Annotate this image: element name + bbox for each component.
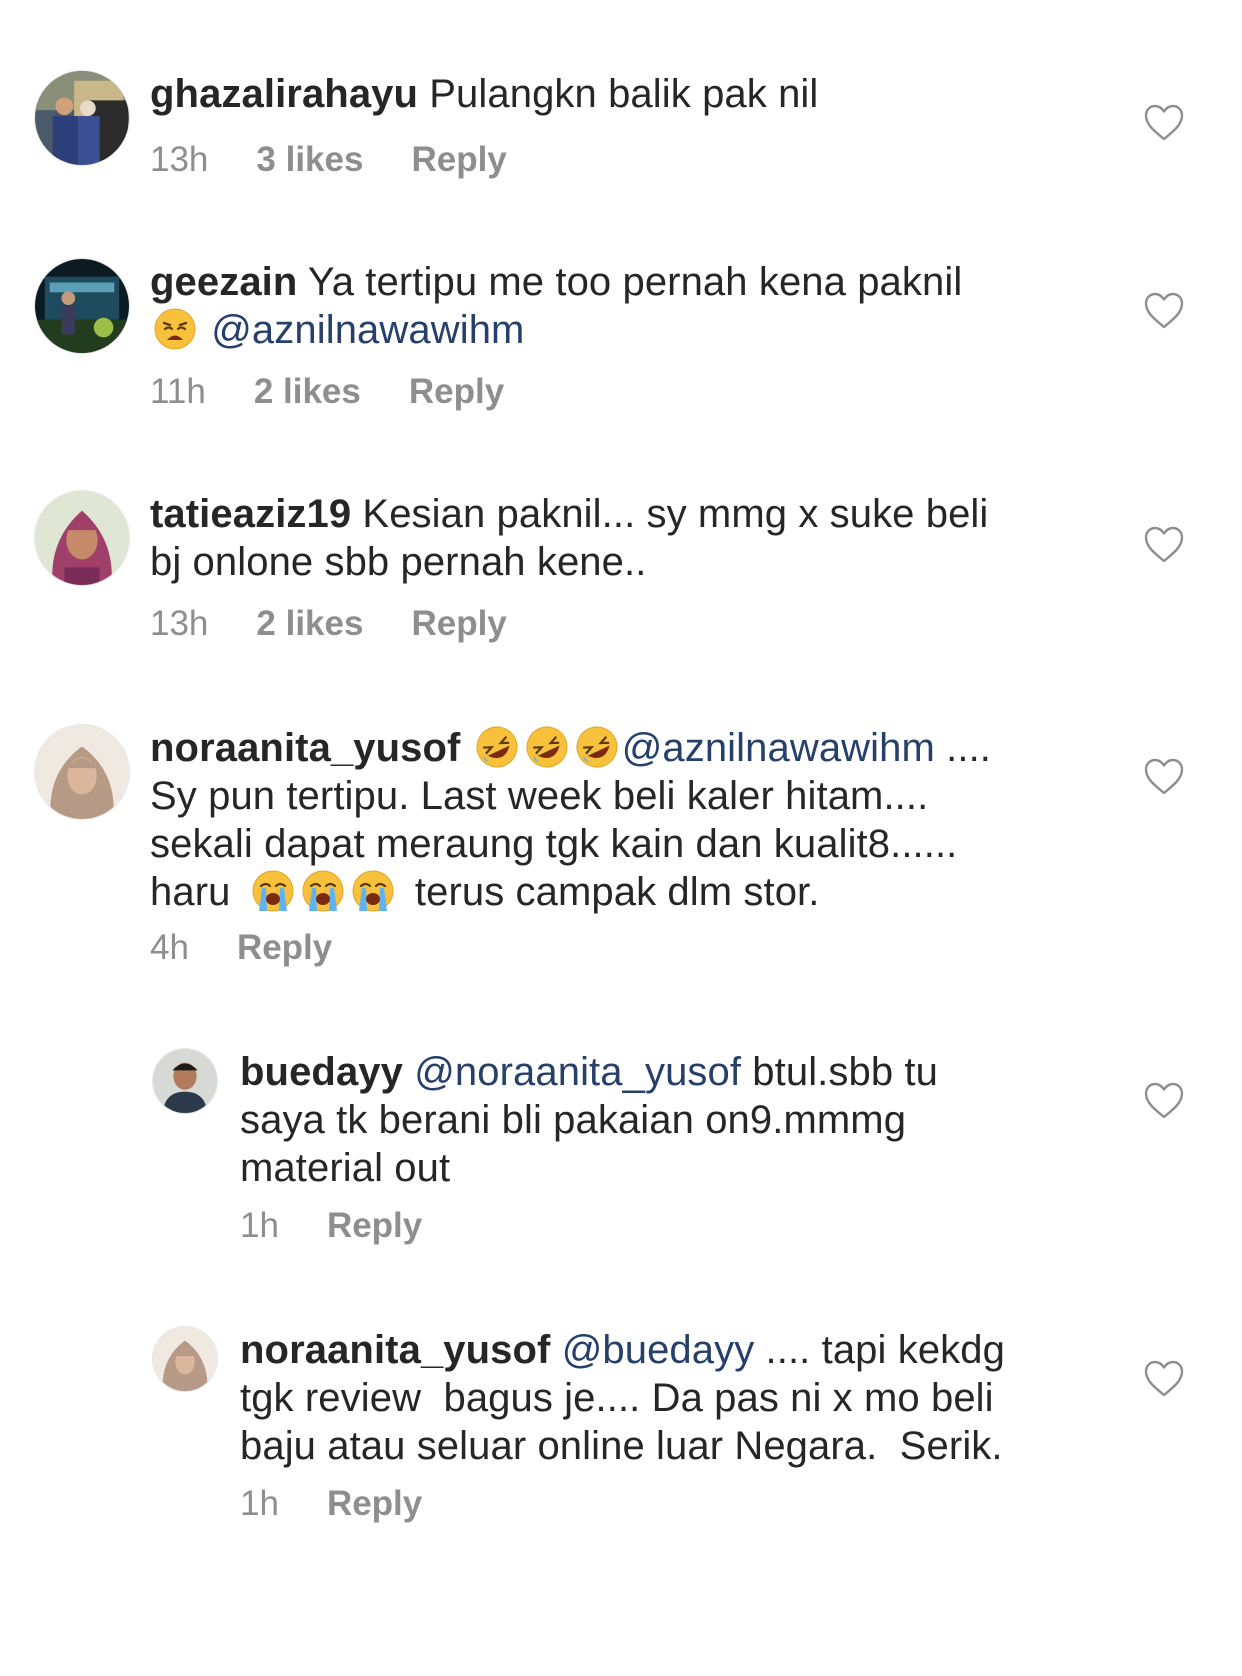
comment-body: haru xyxy=(150,870,231,914)
comment-username[interactable]: geezain xyxy=(150,260,297,304)
comment-body: btul.sbb tu xyxy=(741,1050,938,1094)
loudly-crying-face-emoji xyxy=(251,869,295,913)
weary-face-emoji xyxy=(153,307,197,351)
comment-body-line: bj onlone sbb pernah kene.. xyxy=(150,540,647,584)
avatar[interactable] xyxy=(34,70,130,166)
avatar[interactable] xyxy=(34,258,130,354)
reply-button[interactable]: Reply xyxy=(411,604,506,644)
comment-username[interactable]: ghazalirahayu xyxy=(150,72,418,116)
reply-button[interactable]: Reply xyxy=(327,1206,422,1246)
comment-text: noraanita_yusof @buedayy .... tapi kekdg… xyxy=(240,1326,1005,1470)
comment-time: 1h xyxy=(240,1206,279,1245)
comment-body: Ya tertipu me too pernah kena paknil xyxy=(307,260,963,304)
comment-likes[interactable]: 2 likes xyxy=(254,372,361,412)
comment-body-line: tgk review bagus je.... Da pas ni x mo b… xyxy=(240,1376,994,1420)
loudly-crying-face-emoji xyxy=(301,869,345,913)
comment-body: Kesian paknil... sy mmg x suke beli xyxy=(362,492,989,536)
comment-body-line: saya tk berani bli pakaian on9.mmmg xyxy=(240,1098,907,1142)
sob-emoji-group xyxy=(248,870,398,914)
comment-text: noraanita_yusof @aznilnawawihm .... Sy p… xyxy=(150,724,991,916)
comment-username[interactable]: noraanita_yusof xyxy=(240,1328,550,1372)
comment-meta: 1h Reply xyxy=(240,1206,470,1246)
comment-body-line: sekali dapat meraung tgk kain dan kualit… xyxy=(150,822,958,866)
comment-body: Pulangkn balik pak nil xyxy=(429,72,819,116)
mention-link[interactable]: @noraanita_yusof xyxy=(414,1050,741,1094)
avatar[interactable] xyxy=(34,724,130,820)
comment-body: terus campak dlm stor. xyxy=(414,870,820,914)
comment-likes[interactable]: 2 likes xyxy=(256,604,363,644)
comment-text: ghazalirahayu Pulangkn balik pak nil xyxy=(150,70,818,118)
comment-time: 11h xyxy=(150,372,206,411)
avatar[interactable] xyxy=(34,490,130,586)
comment-text: tatieaziz19 Kesian paknil... sy mmg x su… xyxy=(150,490,988,586)
comment-time: 4h xyxy=(150,928,189,967)
comment-body-line: Sy pun tertipu. Last week beli kaler hit… xyxy=(150,774,929,818)
comment-body-line: baju atau seluar online luar Negara. Ser… xyxy=(240,1424,1003,1468)
comment-username[interactable]: tatieaziz19 xyxy=(150,492,351,536)
heart-icon[interactable] xyxy=(1144,1360,1184,1398)
comment-meta: 13h 2 likes Reply xyxy=(150,604,555,644)
reply-button[interactable]: Reply xyxy=(237,928,332,968)
comment-text: geezain Ya tertipu me too pernah kena pa… xyxy=(150,258,962,354)
rolling-on-floor-laughing-emoji xyxy=(575,725,619,769)
comment-username[interactable]: noraanita_yusof xyxy=(150,726,460,770)
heart-icon[interactable] xyxy=(1144,292,1184,330)
reply-button[interactable]: Reply xyxy=(327,1484,422,1524)
comments-screen: ghazalirahayu Pulangkn balik pak nil 13h… xyxy=(0,0,1242,1676)
comment-meta: 11h 2 likes Reply xyxy=(150,372,552,412)
comment-meta: 4h Reply xyxy=(150,928,380,968)
rolling-on-floor-laughing-emoji xyxy=(475,725,519,769)
heart-icon[interactable] xyxy=(1144,1082,1184,1120)
comment-username[interactable]: buedayy xyxy=(240,1050,403,1094)
comment-body: .... xyxy=(934,726,992,770)
mention-link[interactable]: @buedayy xyxy=(562,1328,755,1372)
reply-button[interactable]: Reply xyxy=(411,140,506,180)
comment-time: 1h xyxy=(240,1484,279,1523)
heart-icon[interactable] xyxy=(1144,526,1184,564)
comment-body: .... tapi kekdg xyxy=(754,1328,1005,1372)
mention-link[interactable]: @aznilnawawihm xyxy=(211,308,524,352)
reply-button[interactable]: Reply xyxy=(409,372,504,412)
comment-likes[interactable]: 3 likes xyxy=(256,140,363,180)
loudly-crying-face-emoji xyxy=(351,869,395,913)
rofl-emoji-group xyxy=(472,726,622,770)
avatar[interactable] xyxy=(152,1048,218,1114)
comment-meta: 1h Reply xyxy=(240,1484,470,1524)
rolling-on-floor-laughing-emoji xyxy=(525,725,569,769)
comment-meta: 13h 3 likes Reply xyxy=(150,140,555,180)
comment-text: buedayy @noraanita_yusof btul.sbb tu say… xyxy=(240,1048,938,1192)
mention-link[interactable]: @aznilnawawihm xyxy=(622,726,935,770)
comment-body-line: material out xyxy=(240,1146,451,1190)
comment-time: 13h xyxy=(150,604,209,643)
comment-time: 13h xyxy=(150,140,209,179)
heart-icon[interactable] xyxy=(1144,758,1184,796)
heart-icon[interactable] xyxy=(1144,104,1184,142)
avatar[interactable] xyxy=(152,1326,218,1392)
